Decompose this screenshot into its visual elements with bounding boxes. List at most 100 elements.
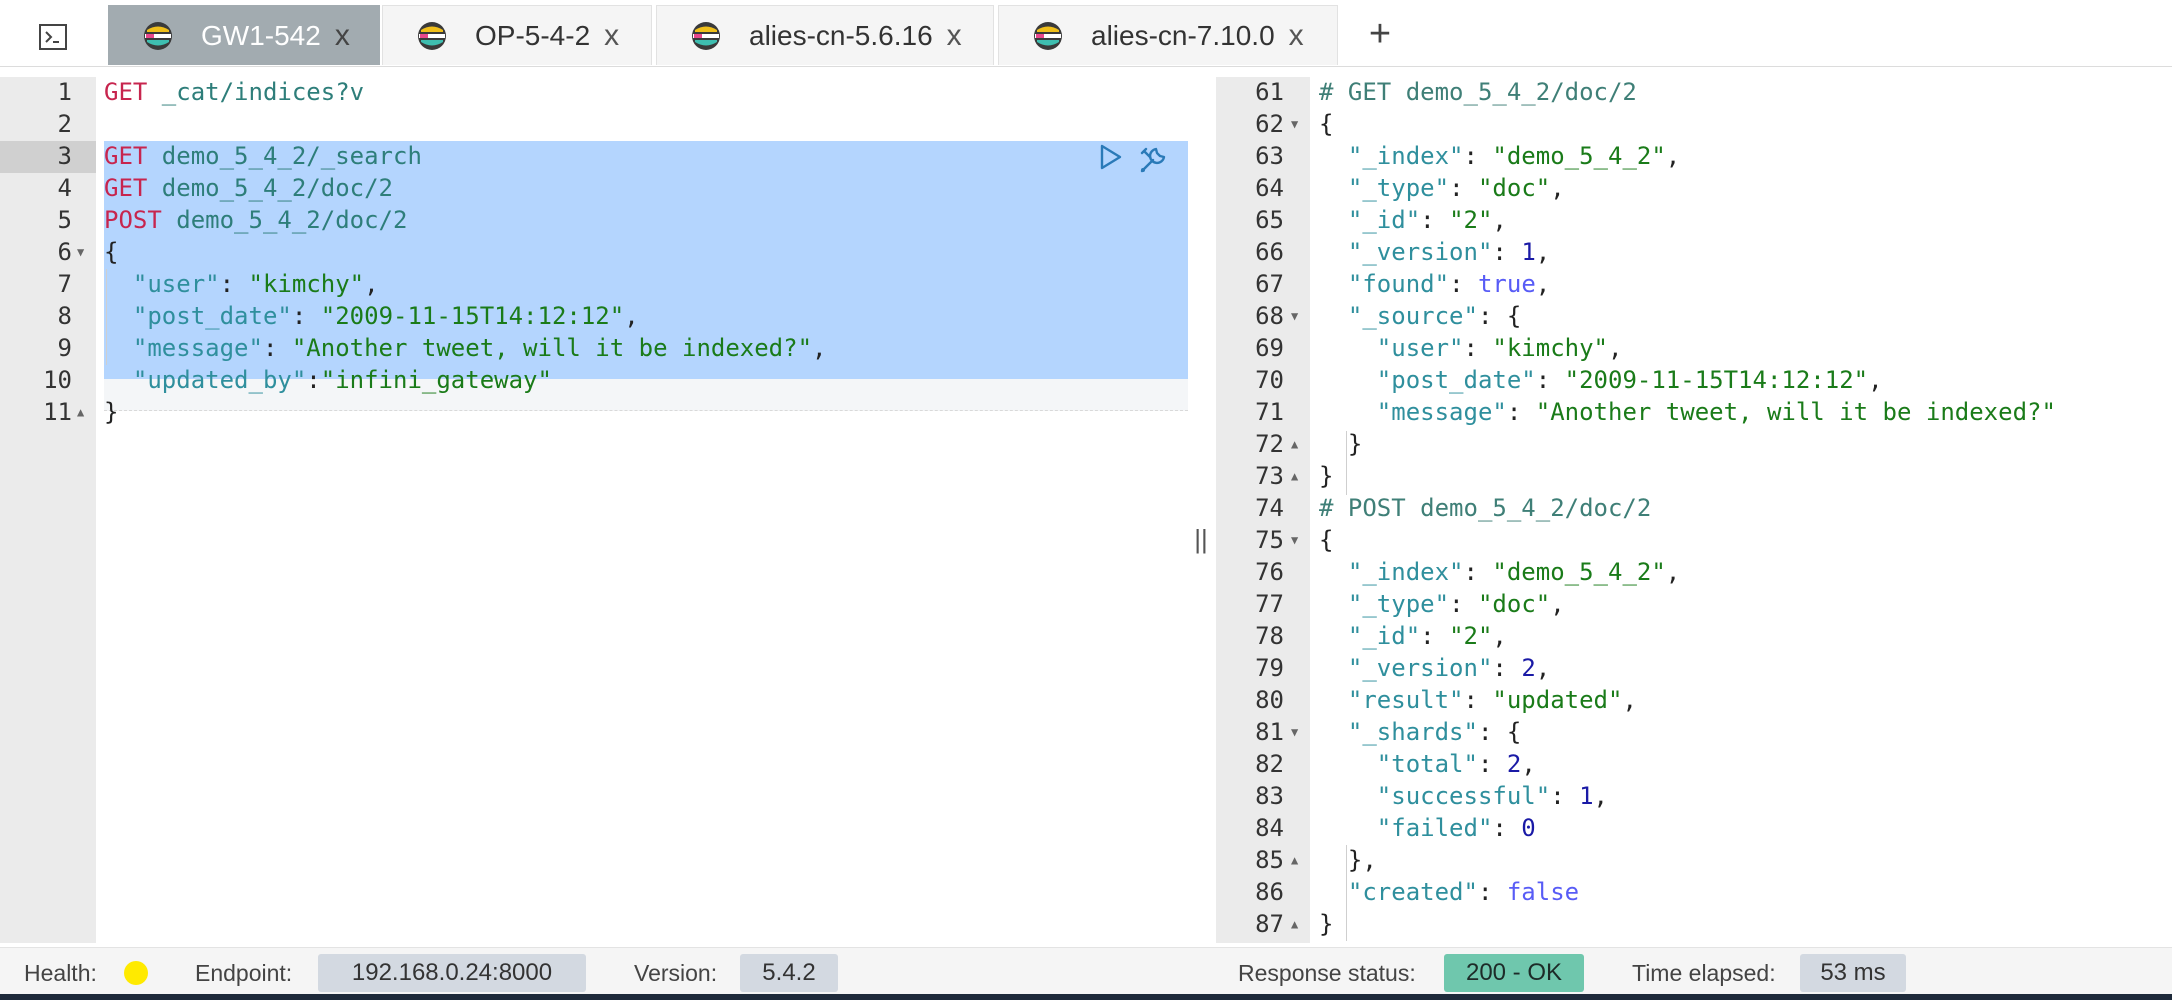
code-line: 79 "_version": 2, <box>1216 652 2172 684</box>
line-number: 67 <box>1255 270 1284 298</box>
play-icon[interactable] <box>1098 143 1124 171</box>
request-editor[interactable]: 1 GET _cat/indices?v 2 3 GET demo_5_4_2/_sea… <box>0 77 1188 943</box>
line-number: 3 <box>57 142 72 170</box>
line-number: 10 <box>43 366 72 394</box>
code-line: 64 "_type": "doc", <box>1216 172 2172 204</box>
line-number: 64 <box>1255 174 1284 202</box>
line-number: 4 <box>57 174 72 202</box>
wrench-icon[interactable] <box>1136 143 1170 177</box>
tab-label: OP-5-4-2 <box>475 19 591 51</box>
line-number: 78 <box>1255 622 1284 650</box>
console-toggle-button[interactable] <box>28 18 78 56</box>
code-line: 11 ▲} <box>0 396 1188 428</box>
code-line: 9 "message": "Another tweet, will it be … <box>0 332 1188 364</box>
fold-arrow-icon[interactable]: ▼ <box>1291 300 1298 332</box>
code-text: "message": "Another tweet, will it be in… <box>1376 398 2056 426</box>
unfold-arrow-icon[interactable]: ▲ <box>1291 428 1298 460</box>
code-text: } <box>1319 462 1334 490</box>
close-icon[interactable]: x <box>947 19 962 53</box>
fold-arrow-icon[interactable]: ▼ <box>77 236 84 268</box>
code-text: "_version": 2, <box>1347 654 1551 682</box>
code-line: 85 ▲ }, <box>1216 844 2172 876</box>
line-number: 80 <box>1255 686 1284 714</box>
code-text: { <box>1319 110 1334 138</box>
response-editor[interactable]: 61 # GET demo_5_4_2/doc/2 62 ▼{63 "_index":… <box>1216 77 2172 943</box>
line-number: 72 <box>1255 430 1284 458</box>
code-line: 6 ▼ { <box>0 236 1188 268</box>
code-line: 73 ▲} <box>1216 460 2172 492</box>
fold-arrow-icon[interactable]: ▼ <box>1291 108 1298 140</box>
endpoint-label: Endpoint: <box>195 960 293 986</box>
elastic-logo-icon <box>418 21 446 50</box>
code-line: 5 POST demo_5_4_2/doc/2 <box>0 204 1188 236</box>
unfold-arrow-icon[interactable]: ▲ <box>1291 460 1298 492</box>
version-label: Version: <box>634 960 718 986</box>
code-line: 65 "_id": "2", <box>1216 204 2172 236</box>
code-text: } <box>104 398 119 426</box>
unfold-arrow-icon[interactable]: ▲ <box>1291 908 1298 940</box>
line-number: 61 <box>1255 78 1284 106</box>
code-line: 10 "updated_by":"infini_gateway" <box>0 364 1188 396</box>
fold-arrow-icon[interactable]: ▼ <box>1291 716 1298 748</box>
line-number: 11 <box>43 398 72 426</box>
code-line: 74 # POST demo_5_4_2/doc/2 <box>1216 492 2172 524</box>
line-number: 84 <box>1255 814 1284 842</box>
code-line: 77 "_type": "doc", <box>1216 588 2172 620</box>
code-line: 87 ▲} <box>1216 908 2172 940</box>
fold-arrow-icon[interactable]: ▼ <box>1291 524 1298 556</box>
code-text: "total": 2, <box>1376 750 1536 778</box>
time-elapsed-label: Time elapsed: <box>1632 960 1776 986</box>
time-elapsed-value: 53 ms <box>1800 954 1906 992</box>
line-number: 5 <box>57 206 72 234</box>
code-line: 75 ▼ { <box>1216 524 2172 556</box>
code-line: 61 # GET demo_5_4_2/doc/2 <box>1216 77 2172 108</box>
unfold-arrow-icon[interactable]: ▲ <box>1291 844 1298 876</box>
code-line: 67 "found": true, <box>1216 268 2172 300</box>
close-icon[interactable]: x <box>604 19 619 53</box>
code-text: { <box>104 238 119 266</box>
tab-alies-cn-7-10-0[interactable]: alies-cn-7.10.0 x <box>998 5 1338 65</box>
endpoint-value: 192.168.0.24:8000 <box>318 954 586 992</box>
health-label: Health: <box>24 960 97 986</box>
tab-gw1-542[interactable]: GW1-542 x <box>108 5 380 65</box>
code-line: 3 GET demo_5_4_2/_search <box>0 140 1188 172</box>
line-number: 74 <box>1255 494 1284 522</box>
health-indicator <box>124 961 148 985</box>
tab-alies-cn-5-6-16[interactable]: alies-cn-5.6.16 x <box>656 5 994 65</box>
code-text: "user": "kimchy", <box>1376 334 1623 362</box>
line-number: 75 <box>1255 526 1284 554</box>
code-text: "_index": "demo_5_4_2", <box>1347 142 1681 170</box>
status-bar: Health: Endpoint: 192.168.0.24:8000 Vers… <box>0 947 2172 998</box>
line-number: 70 <box>1255 366 1284 394</box>
code-line: 76 "_index": "demo_5_4_2", <box>1216 556 2172 588</box>
line-number: 8 <box>57 302 72 330</box>
unfold-arrow-icon[interactable]: ▲ <box>77 396 84 428</box>
line-number: 86 <box>1255 878 1284 906</box>
code-text: "result": "updated", <box>1347 686 1637 714</box>
code-text: GET _cat/indices?v <box>104 78 365 106</box>
code-text: "message": "Another tweet, will it be in… <box>132 334 827 362</box>
tab-op-5-4-2[interactable]: OP-5-4-2 x <box>382 5 652 65</box>
elastic-logo-icon <box>1034 21 1062 50</box>
add-tab-button[interactable]: + <box>1362 12 1398 56</box>
code-line: 4 GET demo_5_4_2/doc/2 <box>0 172 1188 204</box>
version-value: 5.4.2 <box>740 954 838 992</box>
close-icon[interactable]: x <box>1289 19 1304 53</box>
code-text: "post_date": "2009-11-15T14:12:12", <box>132 302 639 330</box>
code-text: "_type": "doc", <box>1347 174 1565 202</box>
code-text: "found": true, <box>1347 270 1551 298</box>
code-line: 8 "post_date": "2009-11-15T14:12:12", <box>0 300 1188 332</box>
close-icon[interactable]: x <box>335 19 350 53</box>
line-number: 79 <box>1255 654 1284 682</box>
line-number: 71 <box>1255 398 1284 426</box>
code-line: 69 "user": "kimchy", <box>1216 332 2172 364</box>
terminal-icon <box>39 24 67 50</box>
code-line: 62 ▼ { <box>1216 108 2172 140</box>
code-line: 80 "result": "updated", <box>1216 684 2172 716</box>
code-text: GET demo_5_4_2/doc/2 <box>104 174 393 202</box>
code-line: 78 "_id": "2", <box>1216 620 2172 652</box>
line-number: 9 <box>57 334 72 362</box>
resize-handle[interactable]: || <box>1194 524 1208 554</box>
code-text: # POST demo_5_4_2/doc/2 <box>1319 494 1652 522</box>
code-text: "_source": { <box>1347 302 1522 330</box>
